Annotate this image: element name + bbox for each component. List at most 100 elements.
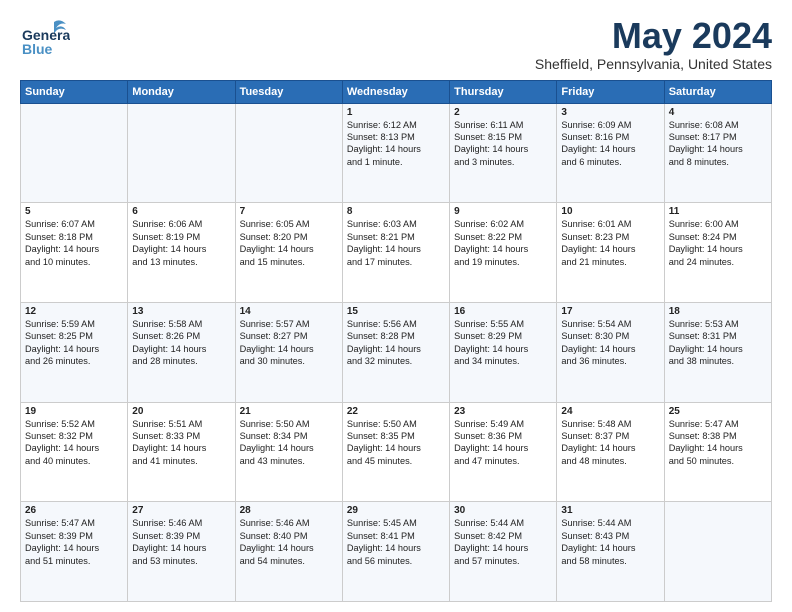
calendar-cell: [235, 103, 342, 203]
day-number: 16: [454, 306, 552, 317]
day-info-line: Daylight: 14 hours: [240, 442, 338, 454]
day-number: 14: [240, 306, 338, 317]
day-number: 31: [561, 505, 659, 516]
day-number: 21: [240, 406, 338, 417]
day-info-line: Sunrise: 6:02 AM: [454, 218, 552, 230]
day-info: Sunrise: 5:53 AMSunset: 8:31 PMDaylight:…: [669, 318, 767, 368]
day-info-line: and 57 minutes.: [454, 555, 552, 567]
day-info-line: Sunrise: 6:05 AM: [240, 218, 338, 230]
day-info-line: Daylight: 14 hours: [25, 243, 123, 255]
day-info-line: Daylight: 14 hours: [240, 243, 338, 255]
day-info-line: and 28 minutes.: [132, 355, 230, 367]
day-info-line: Sunset: 8:31 PM: [669, 330, 767, 342]
day-info: Sunrise: 5:49 AMSunset: 8:36 PMDaylight:…: [454, 418, 552, 468]
day-info-line: Sunset: 8:40 PM: [240, 530, 338, 542]
day-info-line: and 36 minutes.: [561, 355, 659, 367]
day-number: 25: [669, 406, 767, 417]
calendar-cell: 3Sunrise: 6:09 AMSunset: 8:16 PMDaylight…: [557, 103, 664, 203]
day-info-line: and 51 minutes.: [25, 555, 123, 567]
day-info: Sunrise: 6:00 AMSunset: 8:24 PMDaylight:…: [669, 218, 767, 268]
day-info-line: Daylight: 14 hours: [347, 243, 445, 255]
col-wednesday: Wednesday: [342, 80, 449, 103]
day-info: Sunrise: 5:51 AMSunset: 8:33 PMDaylight:…: [132, 418, 230, 468]
day-info-line: Sunrise: 5:51 AM: [132, 418, 230, 430]
calendar-header: Sunday Monday Tuesday Wednesday Thursday…: [21, 80, 772, 103]
day-info-line: Sunrise: 5:55 AM: [454, 318, 552, 330]
day-info-line: Sunrise: 5:49 AM: [454, 418, 552, 430]
day-info-line: and 17 minutes.: [347, 256, 445, 268]
day-number: 2: [454, 107, 552, 118]
day-number: 29: [347, 505, 445, 516]
day-info-line: Sunset: 8:13 PM: [347, 131, 445, 143]
day-number: 23: [454, 406, 552, 417]
col-sunday: Sunday: [21, 80, 128, 103]
day-number: 22: [347, 406, 445, 417]
day-info-line: Sunset: 8:19 PM: [132, 231, 230, 243]
day-info-line: Sunrise: 5:52 AM: [25, 418, 123, 430]
calendar-cell: 11Sunrise: 6:00 AMSunset: 8:24 PMDayligh…: [664, 203, 771, 303]
calendar-cell: 12Sunrise: 5:59 AMSunset: 8:25 PMDayligh…: [21, 302, 128, 402]
day-info-line: Daylight: 14 hours: [132, 343, 230, 355]
day-info-line: and 21 minutes.: [561, 256, 659, 268]
day-info-line: Sunset: 8:35 PM: [347, 430, 445, 442]
day-number: 30: [454, 505, 552, 516]
day-info-line: Sunrise: 6:00 AM: [669, 218, 767, 230]
day-info-line: Daylight: 14 hours: [669, 243, 767, 255]
day-info-line: and 41 minutes.: [132, 455, 230, 467]
day-info-line: and 47 minutes.: [454, 455, 552, 467]
day-info-line: Sunrise: 5:50 AM: [240, 418, 338, 430]
calendar-cell: [664, 502, 771, 602]
logo: GeneralBlue: [20, 16, 70, 56]
day-info-line: Sunset: 8:37 PM: [561, 430, 659, 442]
day-number: 10: [561, 206, 659, 217]
day-info-line: Sunset: 8:39 PM: [132, 530, 230, 542]
day-info-line: Daylight: 14 hours: [240, 343, 338, 355]
calendar-cell: 17Sunrise: 5:54 AMSunset: 8:30 PMDayligh…: [557, 302, 664, 402]
calendar-cell: 28Sunrise: 5:46 AMSunset: 8:40 PMDayligh…: [235, 502, 342, 602]
day-info-line: and 53 minutes.: [132, 555, 230, 567]
calendar-cell: 10Sunrise: 6:01 AMSunset: 8:23 PMDayligh…: [557, 203, 664, 303]
calendar-cell: 31Sunrise: 5:44 AMSunset: 8:43 PMDayligh…: [557, 502, 664, 602]
day-info-line: Daylight: 14 hours: [347, 343, 445, 355]
calendar-cell: 19Sunrise: 5:52 AMSunset: 8:32 PMDayligh…: [21, 402, 128, 502]
day-info-line: Sunrise: 5:48 AM: [561, 418, 659, 430]
calendar-cell: 16Sunrise: 5:55 AMSunset: 8:29 PMDayligh…: [450, 302, 557, 402]
day-info-line: Daylight: 14 hours: [132, 542, 230, 554]
day-info-line: Sunrise: 6:03 AM: [347, 218, 445, 230]
day-info-line: Daylight: 14 hours: [669, 442, 767, 454]
day-info: Sunrise: 6:09 AMSunset: 8:16 PMDaylight:…: [561, 119, 659, 169]
day-info-line: and 50 minutes.: [669, 455, 767, 467]
calendar-cell: 7Sunrise: 6:05 AMSunset: 8:20 PMDaylight…: [235, 203, 342, 303]
calendar-cell: 2Sunrise: 6:11 AMSunset: 8:15 PMDaylight…: [450, 103, 557, 203]
day-info: Sunrise: 6:03 AMSunset: 8:21 PMDaylight:…: [347, 218, 445, 268]
day-info-line: Sunset: 8:20 PM: [240, 231, 338, 243]
day-info: Sunrise: 5:54 AMSunset: 8:30 PMDaylight:…: [561, 318, 659, 368]
day-info-line: Sunset: 8:18 PM: [25, 231, 123, 243]
day-number: 13: [132, 306, 230, 317]
day-info-line: and 26 minutes.: [25, 355, 123, 367]
day-info: Sunrise: 5:50 AMSunset: 8:35 PMDaylight:…: [347, 418, 445, 468]
day-info-line: Daylight: 14 hours: [454, 343, 552, 355]
calendar-cell: 8Sunrise: 6:03 AMSunset: 8:21 PMDaylight…: [342, 203, 449, 303]
day-info-line: Daylight: 14 hours: [25, 343, 123, 355]
day-info: Sunrise: 5:58 AMSunset: 8:26 PMDaylight:…: [132, 318, 230, 368]
day-info-line: Sunrise: 6:01 AM: [561, 218, 659, 230]
calendar-week-1: 1Sunrise: 6:12 AMSunset: 8:13 PMDaylight…: [21, 103, 772, 203]
calendar-cell: 6Sunrise: 6:06 AMSunset: 8:19 PMDaylight…: [128, 203, 235, 303]
day-info-line: Daylight: 14 hours: [25, 542, 123, 554]
day-info-line: Daylight: 14 hours: [454, 143, 552, 155]
main-title: May 2024: [535, 16, 772, 56]
day-number: 6: [132, 206, 230, 217]
day-info-line: Sunrise: 5:47 AM: [25, 517, 123, 529]
calendar-cell: 24Sunrise: 5:48 AMSunset: 8:37 PMDayligh…: [557, 402, 664, 502]
calendar-body: 1Sunrise: 6:12 AMSunset: 8:13 PMDaylight…: [21, 103, 772, 601]
day-info: Sunrise: 5:45 AMSunset: 8:41 PMDaylight:…: [347, 517, 445, 567]
col-monday: Monday: [128, 80, 235, 103]
day-info-line: Daylight: 14 hours: [347, 442, 445, 454]
calendar-cell: 13Sunrise: 5:58 AMSunset: 8:26 PMDayligh…: [128, 302, 235, 402]
day-info-line: Sunset: 8:29 PM: [454, 330, 552, 342]
day-info-line: Sunset: 8:28 PM: [347, 330, 445, 342]
day-info-line: Daylight: 14 hours: [240, 542, 338, 554]
day-info-line: Sunrise: 5:59 AM: [25, 318, 123, 330]
day-info: Sunrise: 6:02 AMSunset: 8:22 PMDaylight:…: [454, 218, 552, 268]
